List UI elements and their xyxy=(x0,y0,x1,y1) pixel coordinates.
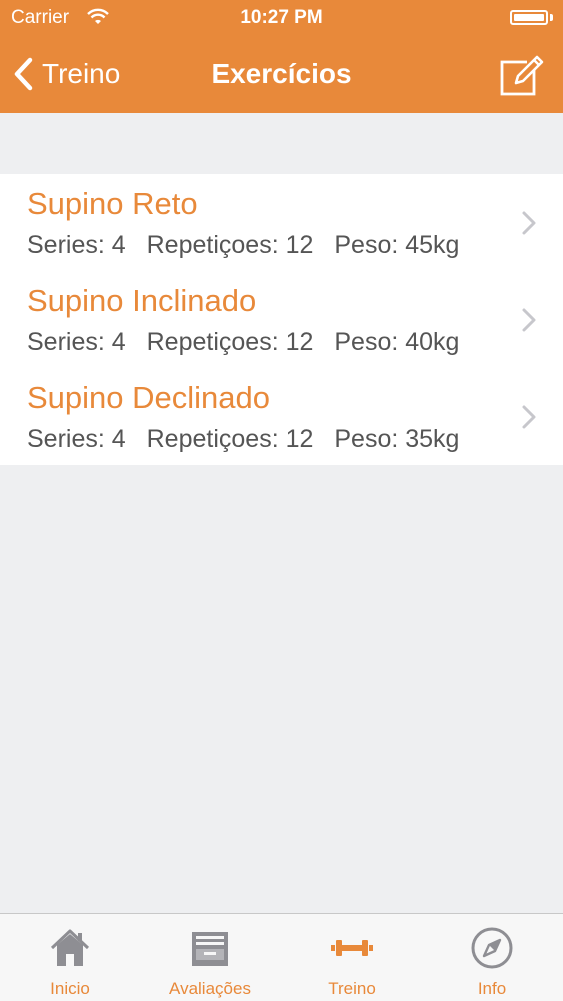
exercise-name: Supino Reto xyxy=(27,186,198,221)
page-title: Exercícios xyxy=(211,58,352,89)
navigation-bar: Treino Exercícios xyxy=(0,40,563,113)
inbox-tray-icon xyxy=(192,932,228,966)
status-time: 10:27 PM xyxy=(240,7,323,28)
exercise-weight: Peso: 45kg xyxy=(334,231,460,259)
exercise-row[interactable]: Supino Inclinado Series: 4 Repetiçoes: 1… xyxy=(0,271,563,368)
dumbbell-icon xyxy=(331,940,373,956)
tab-inicio[interactable]: Inicio xyxy=(0,914,140,1001)
exercise-series: Series: 4 xyxy=(27,328,126,356)
exercise-list: Supino Reto Series: 4 Repetiçoes: 12 Pes… xyxy=(0,174,563,465)
exercise-details: Series: 4 Repetiçoes: 12 Peso: 35kg xyxy=(27,425,473,454)
exercise-details: Series: 4 Repetiçoes: 12 Peso: 45kg xyxy=(27,231,473,260)
home-icon xyxy=(50,929,90,966)
tab-bar: Inicio Avaliações Treino Info xyxy=(0,913,563,1001)
exercise-details: Series: 4 Repetiçoes: 12 Peso: 40kg xyxy=(27,328,473,357)
exercise-reps: Repetiçoes: 12 xyxy=(146,328,314,356)
exercise-series: Series: 4 xyxy=(27,425,126,453)
exercise-row[interactable]: Supino Reto Series: 4 Repetiçoes: 12 Pes… xyxy=(0,174,563,271)
chevron-right-icon xyxy=(522,211,536,235)
tab-label: Info xyxy=(477,979,507,998)
exercise-reps: Repetiçoes: 12 xyxy=(146,425,314,453)
battery-icon xyxy=(510,10,548,25)
exercise-name: Supino Declinado xyxy=(27,380,271,415)
tab-label: Inicio xyxy=(50,979,90,998)
exercise-reps: Repetiçoes: 12 xyxy=(146,231,314,259)
compass-icon xyxy=(471,927,513,969)
exercise-weight: Peso: 35kg xyxy=(334,425,460,453)
compose-icon[interactable] xyxy=(497,50,547,98)
tab-info[interactable]: Info xyxy=(422,914,562,1001)
exercise-series: Series: 4 xyxy=(27,231,126,259)
tab-label: Treino xyxy=(328,979,376,998)
status-bar: Carrier 10:27 PM xyxy=(0,0,563,40)
battery-tip xyxy=(550,14,553,21)
exercise-row[interactable]: Supino Declinado Series: 4 Repetiçoes: 1… xyxy=(0,368,563,465)
exercise-name: Supino Inclinado xyxy=(27,283,257,318)
top-bar: Carrier 10:27 PM Treino Exercícios xyxy=(0,0,563,113)
tab-label: Avaliações xyxy=(169,979,251,998)
tab-avaliacoes[interactable]: Avaliações xyxy=(140,914,280,1001)
tab-treino[interactable]: Treino xyxy=(282,914,422,1001)
chevron-right-icon xyxy=(522,405,536,429)
exercise-weight: Peso: 40kg xyxy=(334,328,460,356)
chevron-right-icon xyxy=(522,308,536,332)
